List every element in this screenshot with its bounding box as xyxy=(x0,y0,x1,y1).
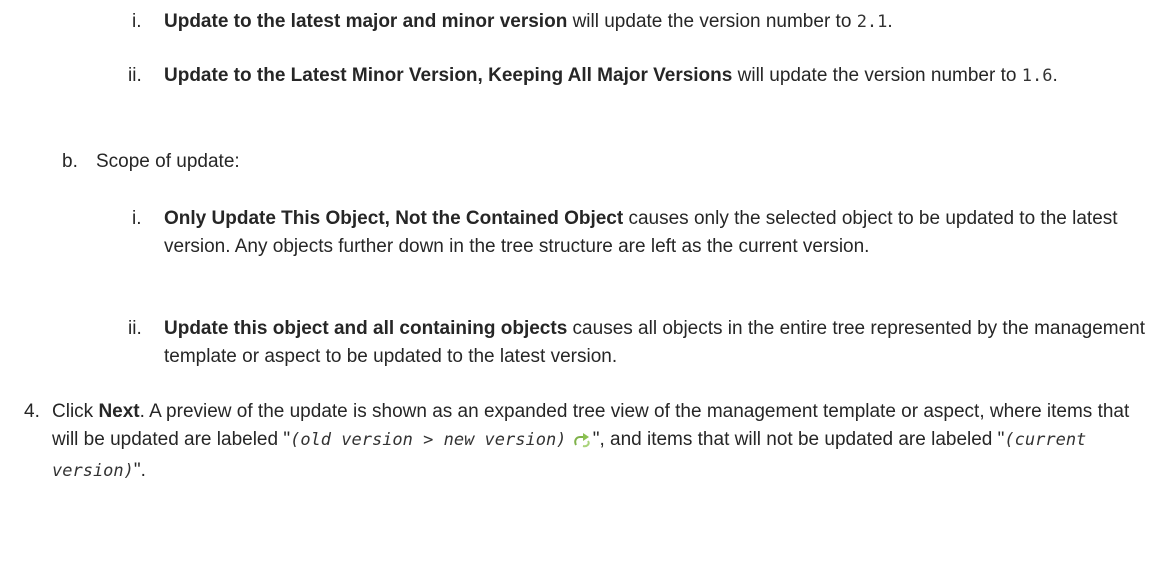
option-name: Update to the latest major and minor ver… xyxy=(164,11,568,32)
list-marker: 4. xyxy=(24,401,40,422)
update-arrow-icon xyxy=(572,429,592,457)
list-marker: i. xyxy=(132,11,142,32)
list-marker: ii. xyxy=(128,318,142,339)
option-name: Update this object and all containing ob… xyxy=(164,318,568,339)
list-marker: b. xyxy=(62,151,78,172)
item-text: Update to the Latest Minor Version, Keep… xyxy=(164,65,1058,86)
item-text: Update to the latest major and minor ver… xyxy=(164,11,893,32)
option-name: Only Update This Object, Not the Contain… xyxy=(164,208,624,229)
item-heading: Scope of update: xyxy=(96,151,240,172)
list-marker: ii. xyxy=(128,65,142,86)
version-value: 1.6 xyxy=(1021,66,1053,86)
item-text: Only Update This Object, Not the Contain… xyxy=(164,208,1118,257)
item-text: Update this object and all containing ob… xyxy=(164,318,1146,367)
list-marker: i. xyxy=(132,208,142,229)
next-label: Next xyxy=(98,401,140,422)
version-value: 2.1 xyxy=(856,12,888,32)
version-change-label: (old version > new version) xyxy=(290,430,567,450)
option-name: Update to the Latest Minor Version, Keep… xyxy=(164,65,733,86)
item-text: Click Next. A preview of the update is s… xyxy=(52,401,1130,481)
